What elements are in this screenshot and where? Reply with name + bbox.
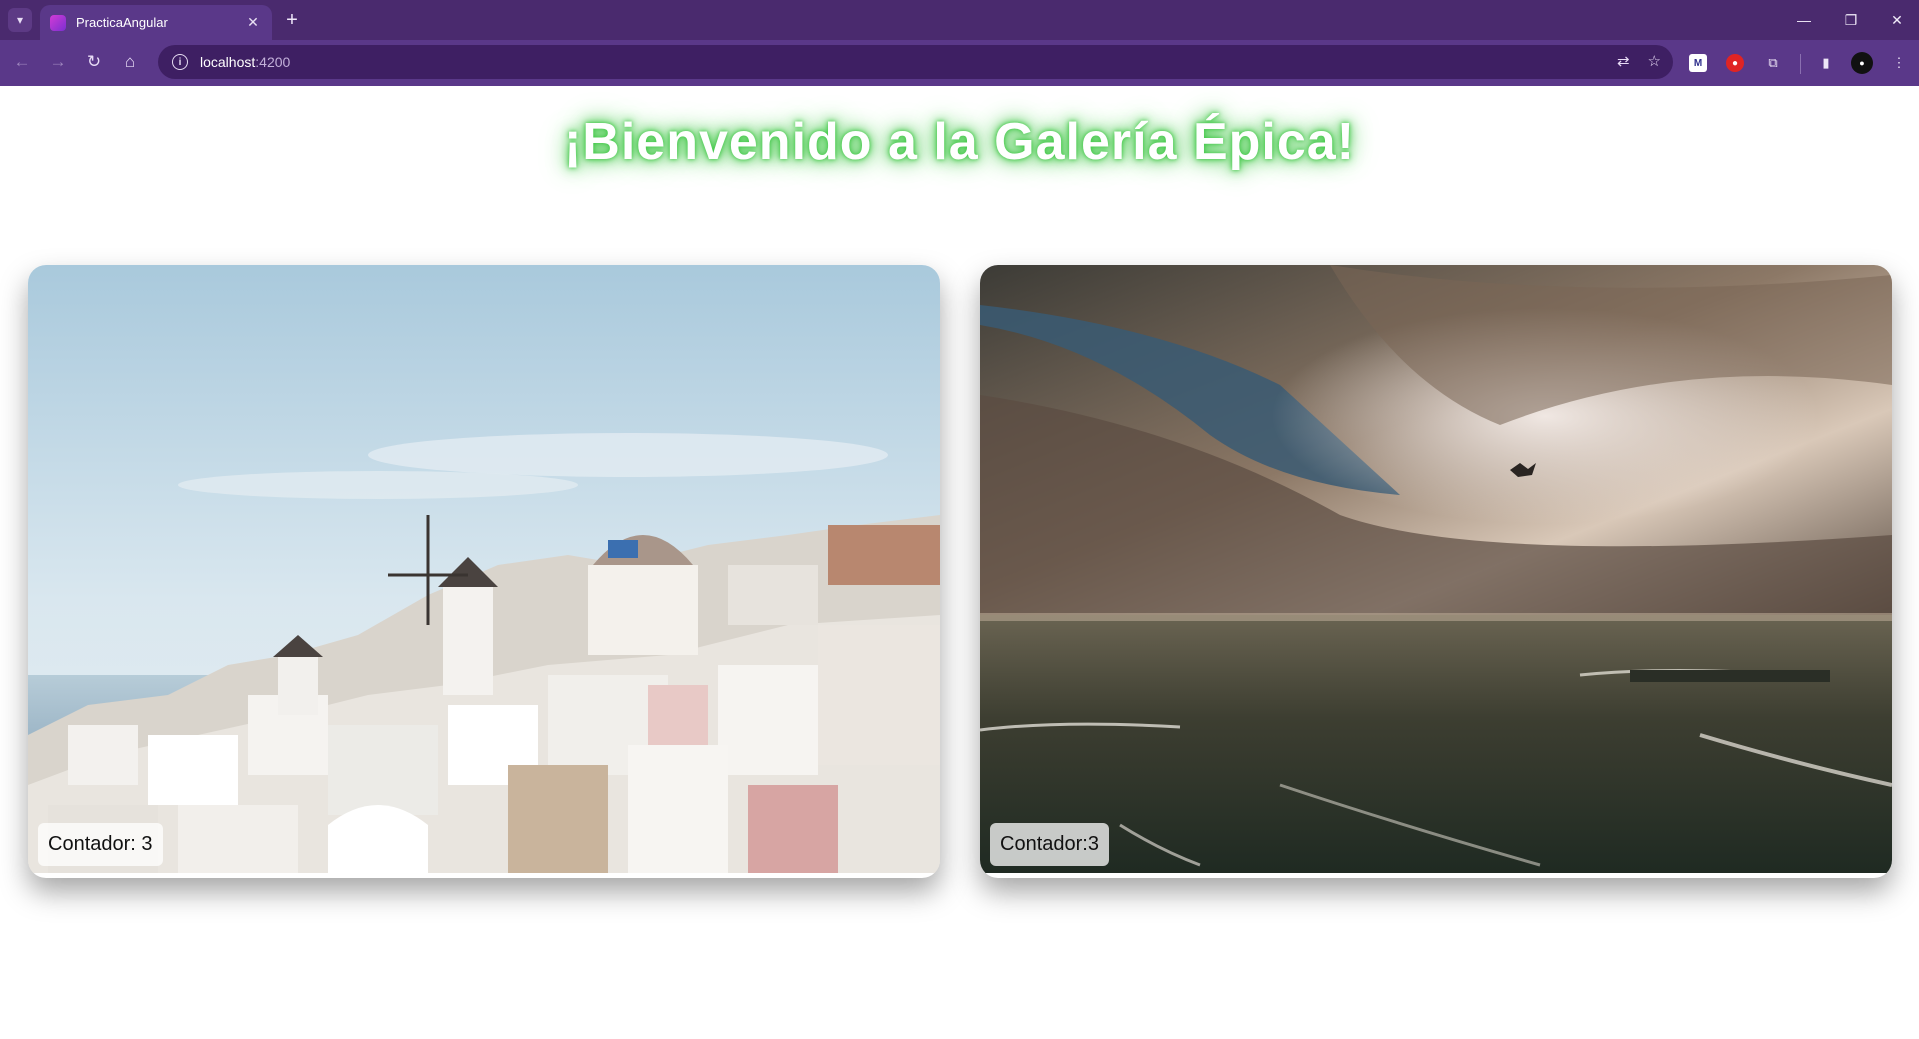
address-bar[interactable]: i localhost:4200 ⇄ ☆ [158,45,1673,79]
tab-search-chevron-icon[interactable]: ▾ [8,8,32,32]
gallery-card[interactable]: Contador: 3 [28,265,940,878]
site-info-icon[interactable]: i [172,54,188,70]
profile-avatar-icon[interactable]: ● [1851,52,1873,74]
minimize-icon[interactable]: — [1786,6,1822,34]
home-icon[interactable]: ⌂ [116,48,144,76]
page-title: ¡Bienvenido a la Galería Épica! [563,113,1356,171]
browser-toolbar: ← → ↻ ⌂ i localhost:4200 ⇄ ☆ M ● ⧉ ▮ ● ⋮ [0,40,1919,86]
tab-close-icon[interactable]: ✕ [244,14,262,32]
counter-label: Contador: 3 [38,823,163,866]
extension-m-icon[interactable]: M [1689,54,1707,72]
side-panel-icon[interactable]: ▮ [1815,52,1837,74]
restore-icon[interactable]: ❐ [1833,6,1869,34]
gallery-card[interactable]: Contador:3 [980,265,1892,878]
counter-label: Contador:3 [990,823,1109,866]
extension-red-icon[interactable]: ● [1726,54,1744,72]
new-tab-plus-icon[interactable]: + [280,8,304,32]
address-bar-actions: ⇄ ☆ [1617,52,1661,70]
angular-favicon-icon [50,14,66,31]
forward-arrow-icon[interactable]: → [44,48,72,76]
stormy-sea-photo [980,265,1892,873]
browser-tab[interactable]: PracticaAngular ✕ [40,5,272,40]
santorini-photo [28,265,940,873]
url-port: :4200 [255,54,291,70]
translate-icon[interactable]: ⇄ [1617,52,1630,70]
url-host: localhost [200,54,256,70]
bookmark-star-icon[interactable]: ☆ [1648,52,1661,70]
tab-title: PracticaAngular [76,15,168,30]
back-arrow-icon[interactable]: ← [8,48,36,76]
browser-tab-bar: ▾ PracticaAngular ✕ + — ❐ ✕ [0,0,1919,40]
reload-icon[interactable]: ↻ [80,48,108,76]
close-window-icon[interactable]: ✕ [1879,6,1915,34]
extensions-puzzle-icon[interactable]: ⧉ [1762,52,1784,74]
toolbar-divider [1800,54,1801,74]
menu-kebab-icon[interactable]: ⋮ [1888,52,1910,74]
